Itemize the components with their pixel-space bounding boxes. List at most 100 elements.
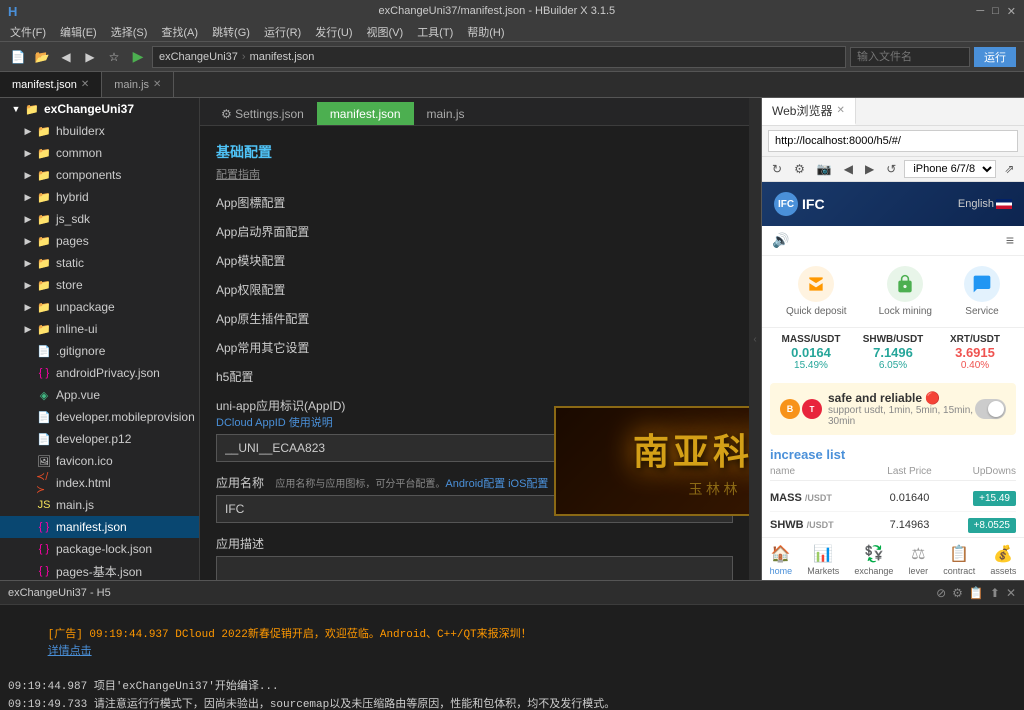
sidebar-root[interactable]: ▼ 📁 exChangeUni37: [0, 98, 199, 120]
sidebar-item-pagesbasejson[interactable]: ▶ { } pages-基本.json: [0, 560, 199, 580]
menu-jump[interactable]: 跳转(G): [206, 24, 256, 40]
increase-list-title: increase list: [770, 441, 1016, 466]
menu-file[interactable]: 文件(F): [4, 24, 52, 40]
more-icon[interactable]: ≡: [1006, 232, 1014, 249]
sidebar-item-unpackage[interactable]: ▶ 📁 unpackage: [0, 296, 199, 318]
increase-row-mass[interactable]: MASS /USDT 0.01640 +15.49: [770, 485, 1016, 512]
contract-icon: 📋: [949, 544, 969, 564]
web-forward-btn[interactable]: ▶: [861, 160, 878, 178]
price-item-shwb[interactable]: SHWB/USDT 7.1496 6.05%: [852, 334, 934, 371]
web-nav-contract[interactable]: 📋 contract: [943, 544, 975, 576]
appid-link[interactable]: DCloud AppID 使用说明: [216, 417, 333, 429]
toolbar-bookmark[interactable]: ☆: [104, 47, 124, 67]
web-screenshot-btn[interactable]: 📷: [813, 160, 836, 178]
section-subtitle-guide[interactable]: 配置指南: [216, 166, 733, 182]
sidebar-item-packagelockjson[interactable]: ▶ { } package-lock.json: [0, 538, 199, 560]
web-back-btn[interactable]: ◀: [840, 160, 857, 178]
terminal-filter-btn[interactable]: ⚙: [952, 586, 963, 600]
terminal-ad-link[interactable]: 详情点击: [48, 646, 92, 658]
toolbar-open[interactable]: 📂: [32, 47, 52, 67]
tab-settings-json[interactable]: ⚙ Settings.json: [208, 102, 317, 125]
appdesc-input[interactable]: [216, 556, 733, 580]
sidebar-item-pages[interactable]: ▶ 📁 pages: [0, 230, 199, 252]
terminal-clear-btn[interactable]: ⊘: [936, 586, 946, 600]
web-rotate-btn[interactable]: ↻: [768, 160, 786, 178]
tab-manifest-close[interactable]: ✕: [81, 79, 89, 90]
sidebar-item-favicon[interactable]: ▶ 🖼 favicon.ico: [0, 450, 199, 472]
tab-mainjs[interactable]: main.js ✕: [102, 72, 174, 97]
ifc-lang[interactable]: English: [958, 198, 1012, 210]
menu-publish[interactable]: 发行(U): [309, 24, 358, 40]
menu-find[interactable]: 查找(A): [155, 24, 204, 40]
sidebar-item-static[interactable]: ▶ 📁 static: [0, 252, 199, 274]
safe-toggle[interactable]: [975, 399, 1006, 419]
toolbar-forward[interactable]: ▶: [80, 47, 100, 67]
web-nav-markets[interactable]: 📊 Markets: [807, 544, 839, 576]
menu-edit[interactable]: 编辑(E): [54, 24, 103, 40]
minimize-button[interactable]: ─: [976, 5, 984, 18]
sidebar-item-hbuilderx[interactable]: ▶ 📁 hbuilderx: [0, 120, 199, 142]
web-nav-assets[interactable]: 💰 assets: [990, 544, 1016, 576]
sidebar-item-mainjs[interactable]: ▶ JS main.js: [0, 494, 199, 516]
web-tab-browser[interactable]: Web浏览器 ✕: [762, 98, 856, 125]
web-tab-label: Web浏览器: [772, 102, 832, 119]
sidebar-item-indexhtml[interactable]: ▶ ≺/≻ index.html: [0, 472, 199, 494]
collapse-handle[interactable]: ‹: [749, 98, 761, 580]
breadcrumb-file[interactable]: manifest.json: [250, 51, 315, 63]
sidebar-item-androidprivacy[interactable]: ▶ { } androidPrivacy.json: [0, 362, 199, 384]
sidebar-item-appvue[interactable]: ▶ ◈ App.vue: [0, 384, 199, 406]
menu-view[interactable]: 视图(V): [361, 24, 410, 40]
sidebar-item-hybrid[interactable]: ▶ 📁 hybrid: [0, 186, 199, 208]
terminal-copy-btn[interactable]: 📋: [969, 586, 984, 600]
sidebar-item-inlineui[interactable]: ▶ 📁 inline-ui: [0, 318, 199, 340]
web-url-input[interactable]: [768, 130, 1018, 152]
web-nav-home[interactable]: 🏠 home: [770, 544, 793, 576]
close-button[interactable]: ✕: [1007, 5, 1016, 18]
search-input[interactable]: [850, 47, 970, 67]
menu-run[interactable]: 运行(R): [258, 24, 307, 40]
terminal-close-btn[interactable]: ✕: [1006, 586, 1016, 600]
web-nav-lever[interactable]: ⚖ lever: [909, 544, 929, 576]
tab-manifest-json[interactable]: manifest.json: [317, 102, 414, 125]
price-item-mass[interactable]: MASS/USDT 0.0164 15.49%: [770, 334, 852, 371]
sidebar-item-jssdk[interactable]: ▶ 📁 js_sdk: [0, 208, 199, 230]
menu-tool[interactable]: 工具(T): [411, 24, 459, 40]
menu-help[interactable]: 帮助(H): [461, 24, 510, 40]
assets-icon: 💰: [993, 544, 1013, 564]
run-button[interactable]: 运行: [974, 47, 1016, 67]
market-icon-service[interactable]: Service: [964, 266, 1000, 317]
tab-mainjs-close[interactable]: ✕: [153, 79, 161, 90]
sidebar-item-common[interactable]: ▶ 📁 common: [0, 142, 199, 164]
market-icon-lock-mining[interactable]: Lock mining: [879, 266, 932, 317]
web-open-btn[interactable]: ⇗: [1000, 160, 1018, 178]
terminal-maximize-btn[interactable]: ⬆: [990, 586, 1000, 600]
sidebar-item-devprovision[interactable]: ▶ 📄 developer.mobileprovision: [0, 406, 199, 428]
web-nav-exchange[interactable]: 💱 exchange: [854, 544, 893, 576]
tab-main-js[interactable]: main.js: [414, 102, 478, 125]
web-panel-tab-bar: Web浏览器 ✕: [762, 98, 1024, 126]
maximize-button[interactable]: □: [992, 5, 999, 18]
sidebar-item-gitignore[interactable]: ▶ 📄 .gitignore: [0, 340, 199, 362]
volume-icon[interactable]: 🔊: [772, 232, 789, 249]
market-icon-quick-deposit[interactable]: Quick deposit: [786, 266, 847, 317]
web-device-select[interactable]: iPhone 6/7/8 iPhone X iPad: [904, 160, 996, 178]
increase-row-shwb[interactable]: SHWB /USDT 7.14963 +8.0525: [770, 512, 1016, 537]
toolbar-run[interactable]: ▶: [128, 47, 148, 67]
sidebar-item-devp12[interactable]: ▶ 📄 developer.p12: [0, 428, 199, 450]
tab-manifest[interactable]: manifest.json ✕: [0, 72, 102, 97]
web-refresh-btn[interactable]: ↺: [882, 160, 900, 178]
web-settings-btn[interactable]: ⚙: [790, 160, 809, 178]
appname-ios-link[interactable]: iOS配置: [508, 478, 548, 490]
web-tab-close[interactable]: ✕: [836, 105, 844, 116]
breadcrumb-project[interactable]: exChangeUni37: [159, 51, 238, 63]
menu-select[interactable]: 选择(S): [105, 24, 154, 40]
toolbar-back[interactable]: ◀: [56, 47, 76, 67]
sidebar-item-manifestjson[interactable]: ▶ { } manifest.json: [0, 516, 199, 538]
toolbar-new[interactable]: 📄: [8, 47, 28, 67]
safe-icon-group: B T safe and reliable 🔴 support usdt, 1m…: [780, 391, 975, 427]
appname-android-link[interactable]: Android配置: [445, 478, 505, 490]
overlay-content: 南亚科技 玉 林 林: [633, 423, 749, 499]
price-item-xrt[interactable]: XRT/USDT 3.6915 0.40%: [934, 334, 1016, 371]
sidebar-item-components[interactable]: ▶ 📁 components: [0, 164, 199, 186]
sidebar-item-store[interactable]: ▶ 📁 store: [0, 274, 199, 296]
